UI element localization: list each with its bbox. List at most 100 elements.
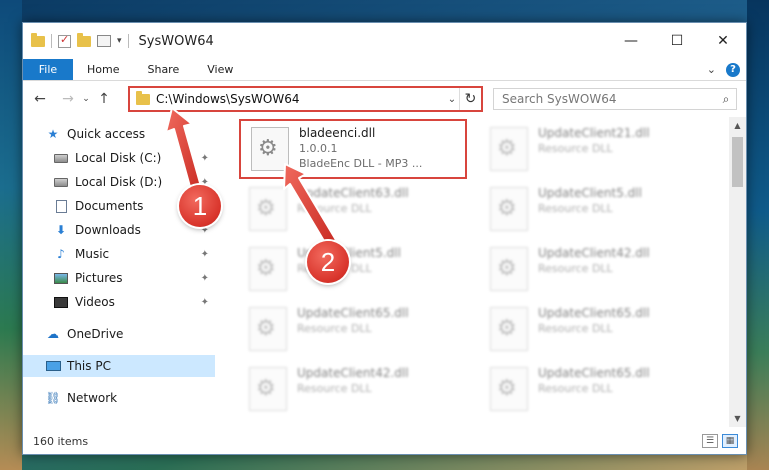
computer-icon: [45, 359, 61, 373]
pictures-icon: [53, 271, 69, 285]
tiles-view-icon[interactable]: ▦: [722, 434, 738, 448]
file-name: UpdateClient65.dll: [538, 366, 650, 380]
up-arrow-icon[interactable]: ↑: [93, 91, 115, 107]
recent-locations-chevron-icon[interactable]: ⌄: [79, 94, 93, 104]
tab-file[interactable]: File: [23, 59, 73, 80]
sidebar-item-label: Documents: [75, 199, 144, 213]
quick-access-toolbar: ▾: [31, 32, 129, 48]
dll-file-icon: [490, 187, 528, 231]
scroll-up-arrow-icon[interactable]: ▲: [729, 117, 746, 134]
dll-file-icon: [249, 247, 287, 291]
sidebar-item-label: Quick access: [67, 127, 146, 141]
sidebar-item-label: Network: [67, 391, 118, 405]
file-item[interactable]: UpdateClient5.dllResource DLL: [480, 181, 710, 239]
file-description: Resource DLL: [297, 322, 372, 335]
refresh-icon[interactable]: ↻: [459, 88, 481, 110]
pin-icon[interactable]: ✦: [201, 153, 209, 164]
window-title: SysWOW64: [138, 33, 214, 49]
navigation-bar: ← → ⌄ ↑ C:\Windows\SysWOW64 ⌄ ↻ Search S…: [23, 81, 746, 117]
back-arrow-icon[interactable]: ←: [29, 91, 51, 107]
file-name: UpdateClient63.dll: [297, 186, 409, 200]
file-description: Resource DLL: [538, 322, 613, 335]
file-item[interactable]: UpdateClient21.dll Resource DLL: [480, 121, 710, 179]
dll-file-icon: [249, 307, 287, 351]
address-bar[interactable]: C:\Windows\SysWOW64 ⌄ ↻: [128, 86, 483, 112]
dll-file-icon: [249, 187, 287, 231]
window-controls: — ☐ ✕: [608, 23, 746, 59]
drive-icon: [53, 175, 69, 189]
ribbon-right: ⌄ ?: [707, 59, 746, 80]
address-dropdown-chevron-icon[interactable]: ⌄: [445, 94, 459, 105]
sidebar-item-quick-access[interactable]: ★ Quick access: [23, 123, 215, 145]
maximize-button[interactable]: ☐: [654, 23, 700, 59]
drive-icon: [53, 151, 69, 165]
sidebar-item-this-pc[interactable]: This PC: [23, 355, 215, 377]
pin-icon[interactable]: ✦: [201, 297, 209, 308]
dll-file-icon: [490, 367, 528, 411]
file-description: Resource DLL: [538, 382, 613, 395]
pin-icon[interactable]: ✦: [201, 249, 209, 260]
tab-view[interactable]: View: [193, 59, 247, 80]
sidebar-item-onedrive[interactable]: ☁ OneDrive: [23, 323, 215, 345]
sidebar-item-network[interactable]: ⛓ Network: [23, 387, 215, 409]
file-name: UpdateClient65.dll: [297, 306, 409, 320]
scrollbar-thumb[interactable]: [732, 137, 743, 187]
file-item-bladeenci[interactable]: bladeenci.dll 1.0.0.1 BladeEnc DLL - MP3…: [239, 119, 467, 179]
pin-icon[interactable]: ✦: [201, 273, 209, 284]
sidebar-item-label: Pictures: [75, 271, 123, 285]
close-button[interactable]: ✕: [700, 23, 746, 59]
file-list: bladeenci.dll 1.0.0.1 BladeEnc DLL - MP3…: [225, 117, 735, 427]
properties-check-icon[interactable]: [58, 33, 71, 48]
toolbar-divider: [51, 34, 52, 48]
search-icon[interactable]: ⌕: [716, 92, 736, 107]
status-bar: 160 items ☰ ▦: [23, 427, 746, 455]
desktop-background-left: [0, 0, 22, 470]
sidebar-item-label: Local Disk (C:): [75, 151, 162, 165]
tab-share[interactable]: Share: [133, 59, 193, 80]
file-item[interactable]: UpdateClient63.dll Resource DLL: [239, 181, 469, 239]
sidebar-item-pictures[interactable]: Pictures ✦: [23, 267, 215, 289]
sidebar-item-music[interactable]: ♪ Music ✦: [23, 243, 215, 265]
expand-ribbon-chevron-icon[interactable]: ⌄: [707, 63, 716, 76]
file-description: Resource DLL: [538, 202, 613, 215]
file-item[interactable]: UpdateClient65.dll Resource DLL: [480, 301, 710, 359]
file-item[interactable]: UpdateClient42.dll Resource DLL: [239, 361, 469, 419]
address-path[interactable]: C:\Windows\SysWOW64: [156, 92, 445, 106]
file-item[interactable]: UpdateClient65.dll Resource DLL: [239, 301, 469, 359]
ribbon-tabs: File Home Share View ⌄ ?: [23, 59, 746, 81]
videos-icon: [53, 295, 69, 309]
vertical-scrollbar[interactable]: ▲ ▼: [729, 117, 746, 427]
address-folder-icon: [136, 90, 150, 105]
minimize-button[interactable]: —: [608, 23, 654, 59]
file-description: Resource DLL: [297, 382, 372, 395]
toolbar-divider: [127, 34, 129, 48]
scroll-down-arrow-icon[interactable]: ▼: [729, 410, 746, 427]
sidebar-item-label: Videos: [75, 295, 115, 309]
desktop-background-right: [747, 0, 769, 470]
details-view-icon[interactable]: ☰: [702, 434, 718, 448]
file-item[interactable]: UpdateClient65.dll Resource DLL: [480, 361, 710, 419]
properties-icon[interactable]: [97, 35, 111, 47]
file-item[interactable]: UpdateClient42.dll Resource DLL: [480, 241, 710, 299]
help-icon[interactable]: ?: [726, 62, 740, 77]
title-bar: ▾ SysWOW64 — ☐ ✕: [23, 23, 746, 59]
file-name: bladeenci.dll: [299, 126, 376, 140]
download-icon: ⬇: [55, 223, 67, 237]
file-description: BladeEnc DLL - MP3 ...: [299, 157, 423, 170]
dll-file-icon: [490, 247, 528, 291]
step-marker-1: 1: [179, 185, 221, 227]
forward-arrow-icon[interactable]: →: [57, 91, 79, 107]
sidebar-item-local-disk-c[interactable]: Local Disk (C:) ✦: [23, 147, 215, 169]
view-switcher: ☰ ▦: [702, 434, 738, 448]
sidebar-item-label: Music: [75, 247, 110, 261]
explorer-window: ▾ SysWOW64 — ☐ ✕ File Home Share View ⌄ …: [22, 22, 747, 455]
search-box[interactable]: Search SysWOW64 ⌕: [493, 88, 737, 110]
tab-home[interactable]: Home: [73, 59, 133, 80]
new-folder-icon[interactable]: [77, 32, 91, 47]
file-description: Resource DLL: [538, 262, 613, 275]
customize-toolbar-chevron-icon[interactable]: ▾: [117, 36, 122, 46]
dll-file-icon: [249, 367, 287, 411]
sidebar-item-videos[interactable]: Videos ✦: [23, 291, 215, 313]
file-item[interactable]: UpdateClient5.dllResource DLL: [239, 241, 469, 299]
search-input[interactable]: Search SysWOW64: [502, 92, 716, 106]
